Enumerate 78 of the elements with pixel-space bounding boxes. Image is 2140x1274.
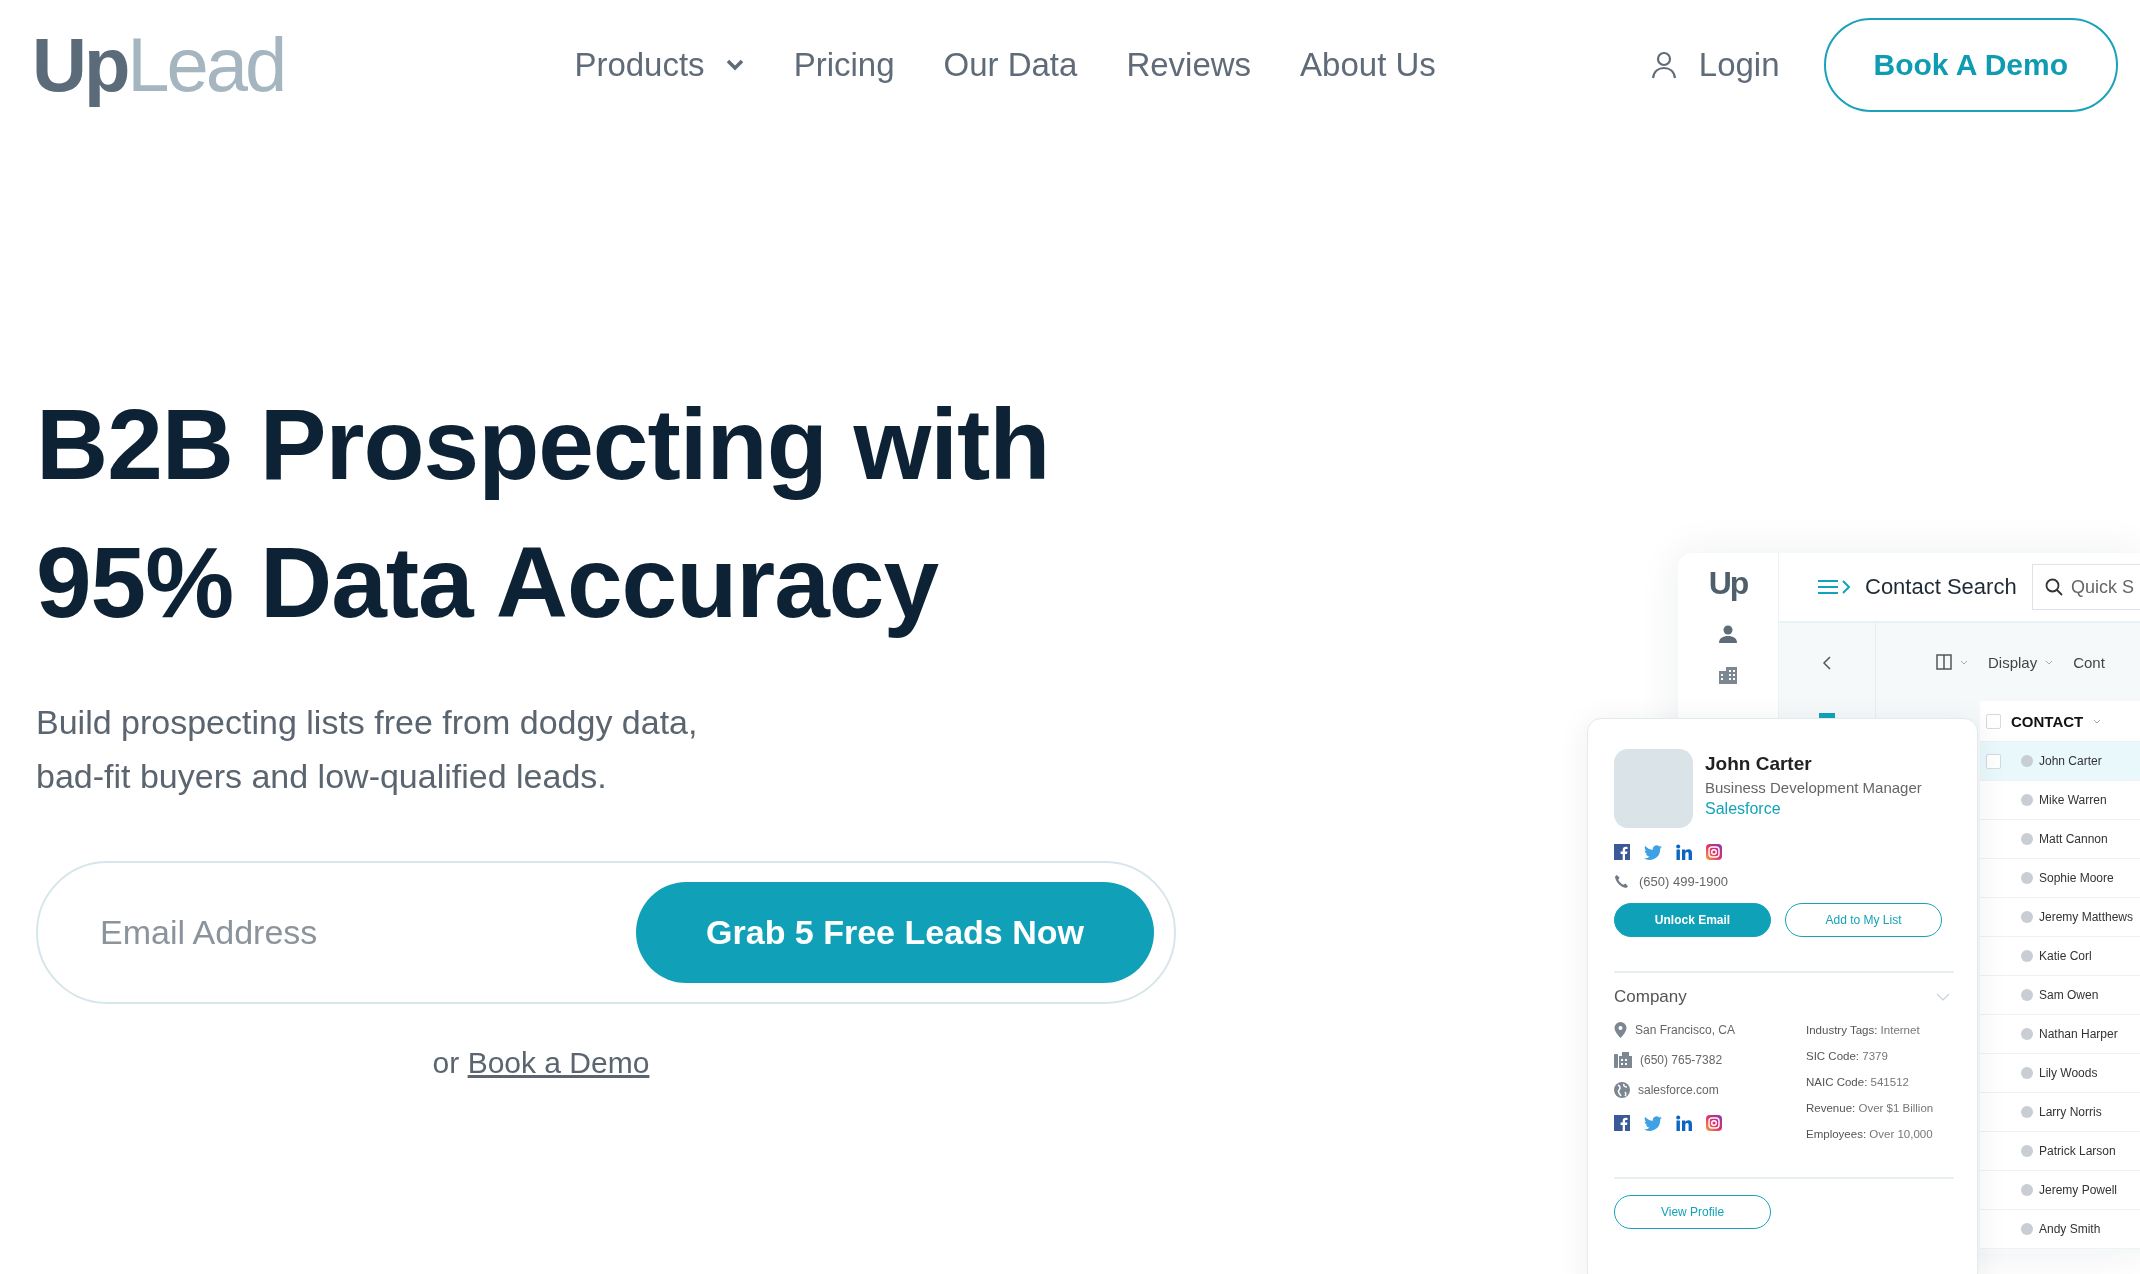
avatar (2021, 1223, 2033, 1235)
hero-heading: B2B Prospecting with 95% Data Accuracy (36, 387, 1051, 640)
nav-link[interactable]: About Us (1300, 46, 1436, 84)
chevron-left-icon[interactable] (1822, 655, 1832, 671)
office-phone-icon (1614, 1052, 1632, 1068)
instagram-icon[interactable] (1706, 844, 1722, 860)
avatar (2021, 794, 2033, 806)
caret-icon (2093, 718, 2102, 724)
user-icon (1650, 51, 1677, 79)
column-header[interactable]: CONTACT (2011, 712, 2084, 730)
login-link[interactable]: Login (1650, 46, 1780, 84)
linkedin-icon[interactable] (1676, 844, 1692, 860)
avatar (2021, 950, 2033, 962)
facebook-icon[interactable] (1614, 1115, 1630, 1131)
linkedin-icon[interactable] (1676, 1115, 1692, 1131)
contact-row[interactable]: Patrick Larson (1980, 1132, 2140, 1171)
checkbox[interactable] (1986, 713, 2001, 729)
contact-row[interactable]: Lily Woods (1980, 1054, 2140, 1093)
contact-row[interactable]: Sam Owen (1980, 976, 2140, 1015)
phone-number: (650) 499-1900 (1639, 874, 1728, 889)
avatar (2021, 989, 2033, 1001)
nav-link[interactable]: Reviews (1126, 46, 1252, 84)
contact-row[interactable]: Larry Norris (1980, 1093, 2140, 1132)
contact-row[interactable]: Katie Corl (1980, 937, 2140, 976)
app-logo: Up (1708, 565, 1748, 602)
avatar (2021, 1184, 2033, 1196)
quick-search-field[interactable]: Quick S (2031, 564, 2140, 610)
company-fact: NAIC Code: 541512 (1806, 1075, 1910, 1090)
company-fact: Employees: Over 10,000 (1806, 1127, 1934, 1142)
contact-row[interactable]: Jeremy Powell (1980, 1171, 2140, 1210)
contact-row[interactable]: Mike Warren (1980, 781, 2140, 820)
or-text: or (432, 1046, 460, 1079)
email-field[interactable]: Email Address (98, 912, 582, 953)
display-menu[interactable]: Display (1988, 653, 2038, 671)
caret-icon[interactable] (2045, 659, 2054, 665)
page-title: Contact Search (1865, 574, 2017, 600)
avatar (2021, 1028, 2033, 1040)
job-title: Business Development Manager (1705, 779, 1922, 796)
company-detail: salesforce.com (1638, 1083, 1719, 1097)
facebook-icon[interactable] (1614, 844, 1630, 860)
phone-icon (1614, 874, 1629, 889)
company-fact: Revenue: Over $1 Billion (1806, 1101, 1934, 1116)
contact-row[interactable]: Nathan Harper (1980, 1015, 2140, 1054)
company-fact: SIC Code: 7379 (1806, 1049, 1889, 1064)
instagram-icon[interactable] (1706, 1115, 1722, 1131)
avatar (2021, 911, 2033, 923)
book-demo-link[interactable]: Book a Demo (467, 1046, 650, 1079)
contact-row[interactable]: Jeremy Matthews (1980, 898, 2140, 937)
avatar (2021, 872, 2033, 884)
contact-name: John Carter (1705, 753, 1813, 775)
caret-icon[interactable] (1960, 659, 1968, 665)
nav-link[interactable]: Pricing (793, 46, 895, 84)
contact-row[interactable]: John Carter (1980, 742, 2140, 781)
nav-link[interactable]: Our Data (943, 46, 1078, 84)
contact-row[interactable]: Sophie Moore (1980, 859, 2140, 898)
search-icon (2044, 578, 2063, 596)
avatar (2021, 1145, 2033, 1157)
contact-row[interactable]: Andy Smith (1980, 1210, 2140, 1249)
avatar (2021, 1067, 2033, 1079)
twitter-icon[interactable] (1644, 1115, 1662, 1131)
location-pin-icon (1614, 1022, 1627, 1038)
avatar (2021, 833, 2033, 845)
nav-link[interactable]: Products (574, 46, 745, 84)
contact-row[interactable]: Matt Cannon (1980, 820, 2140, 859)
globe-icon (1614, 1082, 1630, 1098)
company-fact: Industry Tags: Internet (1806, 1023, 1921, 1038)
checkbox[interactable] (1986, 753, 2001, 769)
avatar (2021, 755, 2033, 767)
avatar (2021, 1106, 2033, 1118)
section-title: Company (1614, 987, 1687, 1007)
company-detail: (650) 765-7382 (1640, 1053, 1723, 1067)
person-icon[interactable] (1718, 624, 1738, 644)
menu-icon[interactable] (1817, 579, 1851, 595)
company-detail: San Francisco, CA (1635, 1023, 1736, 1037)
columns-icon[interactable] (1936, 654, 1952, 670)
hero-subtitle: Build prospecting lists free from dodgy data, bad-fit buyers and low-qualified leads. (36, 702, 699, 797)
twitter-icon[interactable] (1644, 844, 1662, 860)
toolbar-item[interactable]: Cont (2073, 653, 2105, 671)
